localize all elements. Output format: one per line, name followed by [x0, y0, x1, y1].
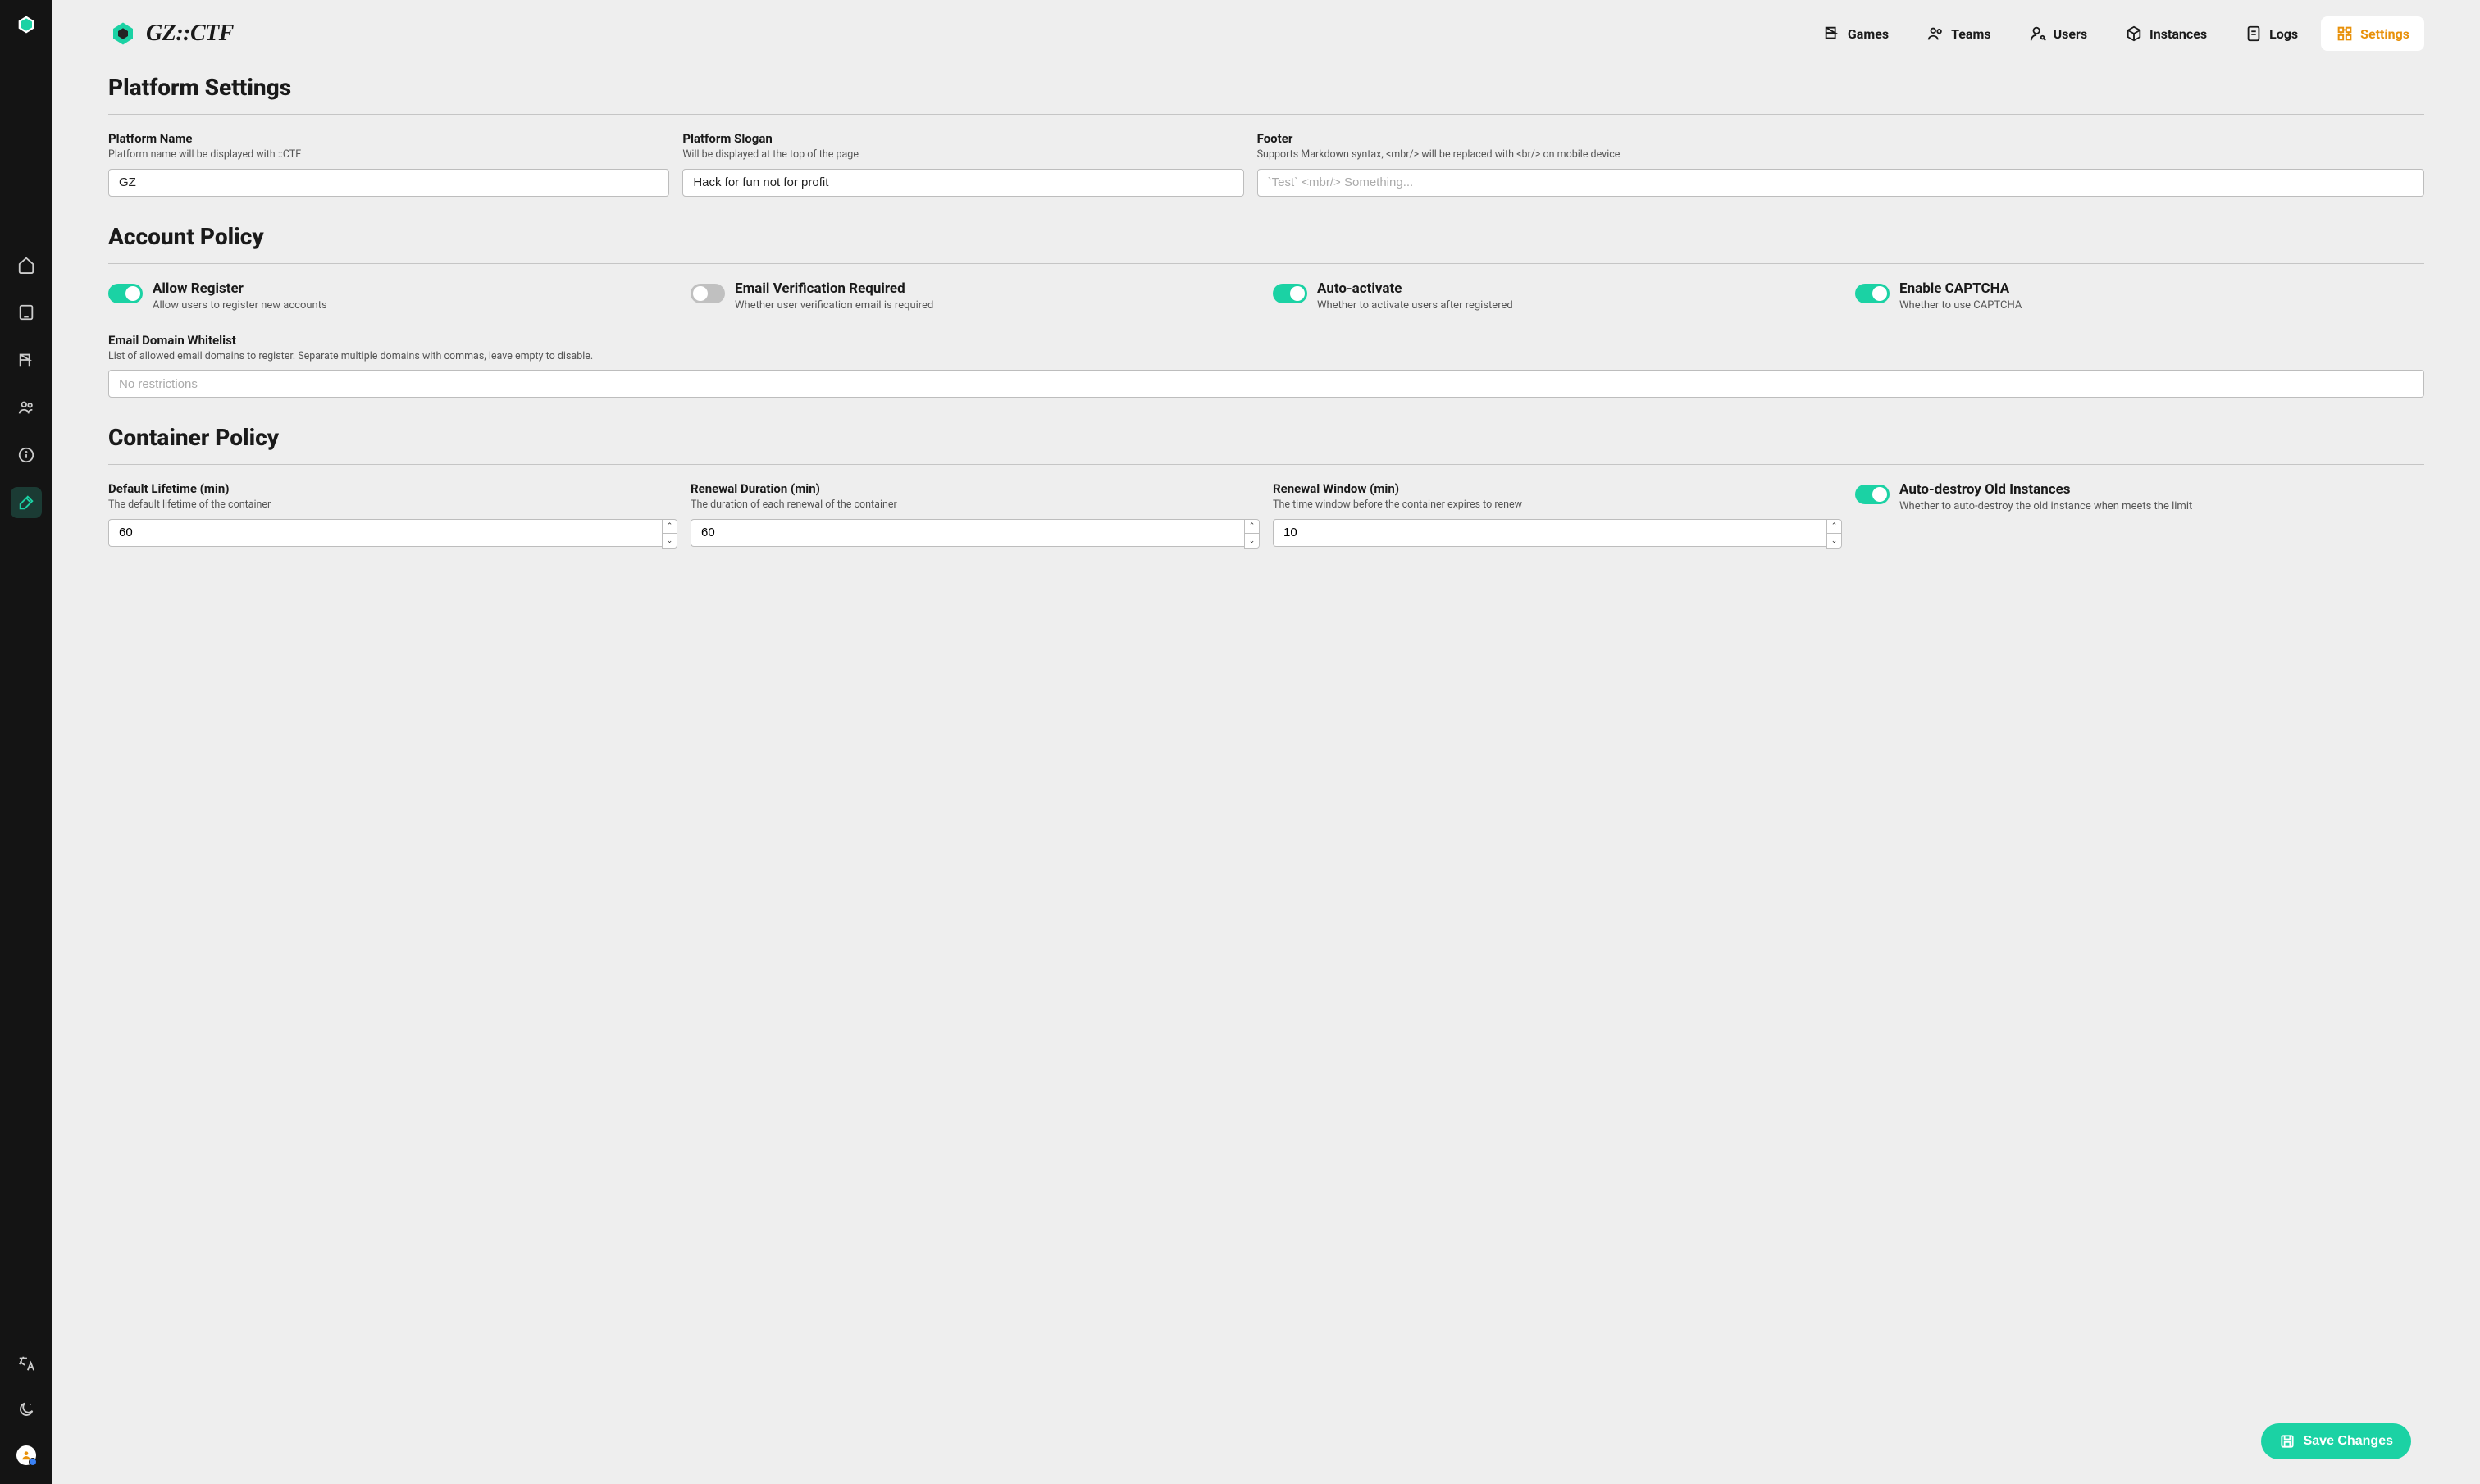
top-nav: Games Teams Users Instances Logs Setting… [1808, 16, 2424, 51]
platform-name-input[interactable] [108, 169, 669, 197]
nav-teams[interactable]: Teams [1912, 16, 2005, 51]
field-platform-slogan: Platform Slogan Will be displayed at the… [682, 131, 1243, 197]
auto-activate-toggle[interactable] [1273, 284, 1307, 303]
sidebar-posts[interactable] [11, 297, 42, 328]
sidebar-admin[interactable] [11, 487, 42, 518]
nav-logs[interactable]: Logs [2230, 16, 2313, 51]
auto-destroy-toggle[interactable] [1855, 485, 1890, 504]
renewal-window-up[interactable]: ⌃ [1827, 520, 1842, 534]
renewal-window-down[interactable]: ⌄ [1827, 534, 1842, 548]
toggle-auto-destroy: Auto-destroy Old InstancesWhether to aut… [1855, 481, 2424, 549]
brand-icon [15, 13, 38, 36]
nav-instances[interactable]: Instances [2110, 16, 2222, 51]
sidebar [0, 0, 52, 1484]
user-avatar[interactable] [11, 1440, 42, 1471]
theme-icon[interactable] [11, 1394, 42, 1425]
divider [108, 114, 2424, 115]
platform-slogan-input[interactable] [682, 169, 1243, 197]
toggle-allow-register: Allow RegisterAllow users to register ne… [108, 280, 677, 313]
sidebar-about[interactable] [11, 439, 42, 471]
captcha-toggle[interactable] [1855, 284, 1890, 303]
nav-users[interactable]: Users [2014, 16, 2102, 51]
section-account-title: Account Policy [108, 223, 2424, 250]
nav-settings[interactable]: Settings [2321, 16, 2424, 51]
language-icon[interactable] [11, 1348, 42, 1379]
toggle-auto-activate: Auto-activateWhether to activate users a… [1273, 280, 1842, 313]
sidebar-bottom [11, 1348, 42, 1471]
header-logo[interactable]: GZ::CTF [108, 19, 234, 48]
email-verify-toggle[interactable] [691, 284, 725, 303]
brand-text: GZ::CTF [146, 20, 234, 47]
toggle-email-verify: Email Verification RequiredWhether user … [691, 280, 1260, 313]
renewal-duration-up[interactable]: ⌃ [1245, 520, 1260, 534]
field-default-lifetime: Default Lifetime (min) The default lifet… [108, 481, 677, 549]
divider [108, 464, 2424, 465]
section-platform-title: Platform Settings [108, 74, 2424, 101]
lifetime-down[interactable]: ⌄ [663, 534, 677, 548]
nav-games[interactable]: Games [1808, 16, 1903, 51]
renewal-duration-down[interactable]: ⌄ [1245, 534, 1260, 548]
platform-footer-input[interactable] [1257, 169, 2424, 197]
field-platform-footer: Footer Supports Markdown syntax, <mbr/> … [1257, 131, 2424, 197]
save-button[interactable]: Save Changes [2261, 1423, 2411, 1459]
sidebar-games[interactable] [11, 344, 42, 376]
field-email-whitelist: Email Domain Whitelist List of allowed e… [108, 333, 2424, 398]
renewal-window-input[interactable] [1273, 519, 1826, 547]
lifetime-up[interactable]: ⌃ [663, 520, 677, 534]
default-lifetime-input[interactable] [108, 519, 662, 547]
field-platform-name: Platform Name Platform name will be disp… [108, 131, 669, 197]
content: Platform Settings Platform Name Platform… [52, 51, 2480, 630]
field-renewal-window: Renewal Window (min) The time window bef… [1273, 481, 1842, 549]
field-renewal-duration: Renewal Duration (min) The duration of e… [691, 481, 1260, 549]
allow-register-toggle[interactable] [108, 284, 143, 303]
sidebar-home[interactable] [11, 249, 42, 280]
renewal-duration-input[interactable] [691, 519, 1244, 547]
section-container-title: Container Policy [108, 424, 2424, 451]
divider [108, 263, 2424, 264]
header: GZ::CTF Games Teams Users Instances Logs… [52, 0, 2480, 51]
main: GZ::CTF Games Teams Users Instances Logs… [52, 0, 2480, 1484]
sidebar-teams[interactable] [11, 392, 42, 423]
email-whitelist-input[interactable] [108, 370, 2424, 398]
sidebar-nav [11, 249, 42, 518]
toggle-captcha: Enable CAPTCHAWhether to use CAPTCHA [1855, 280, 2424, 313]
